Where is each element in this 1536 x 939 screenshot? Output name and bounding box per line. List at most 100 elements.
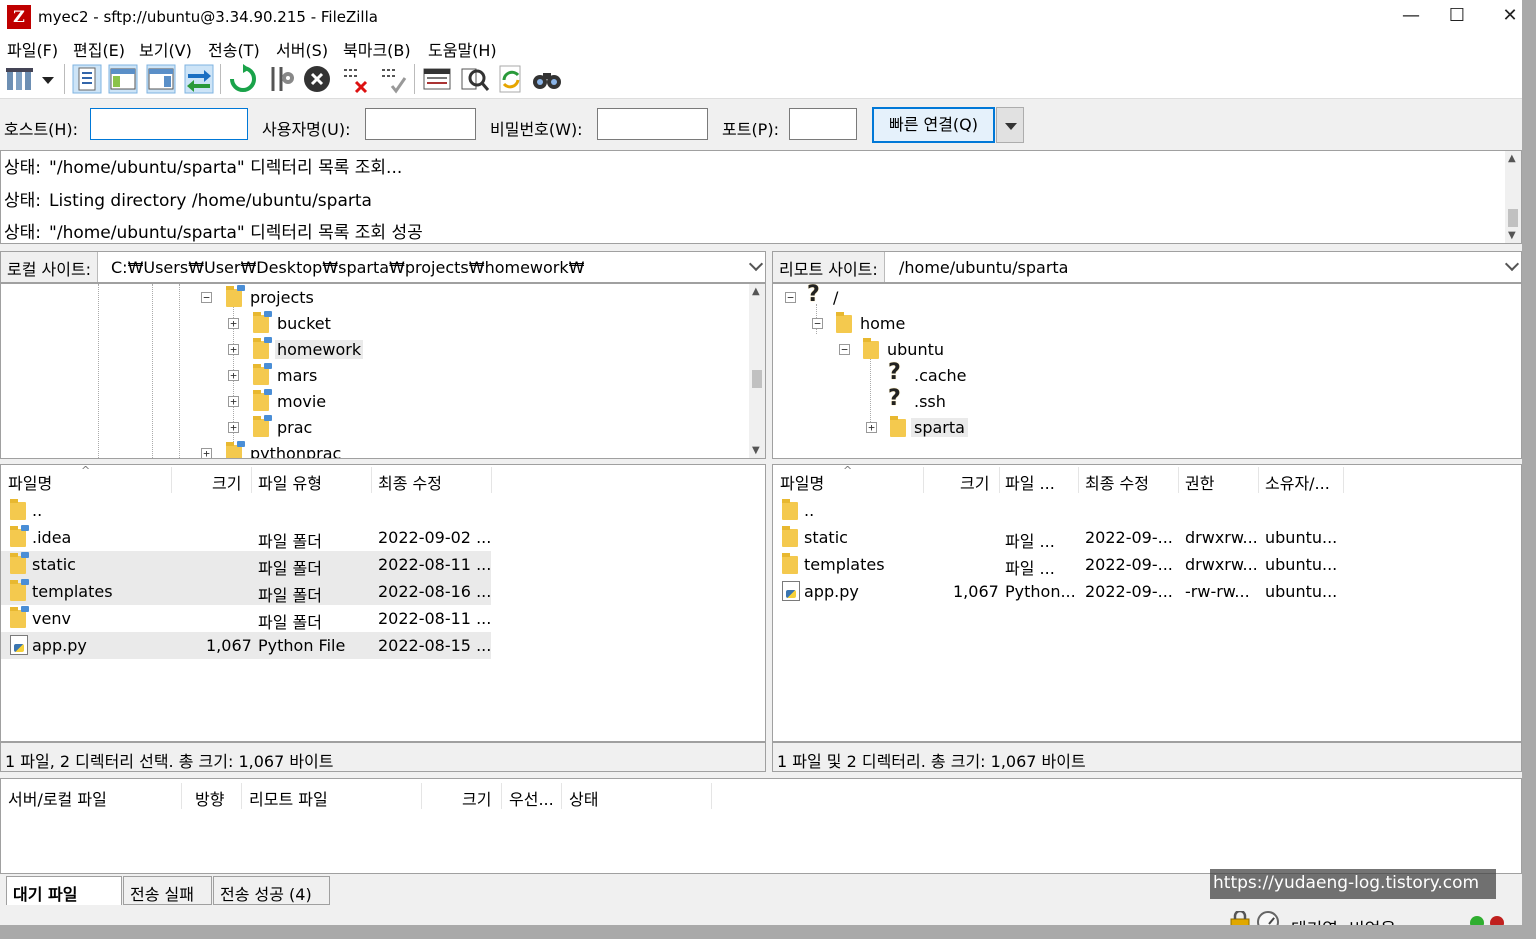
- column-last-modified[interactable]: 최종 수정: [378, 470, 442, 494]
- menu-help[interactable]: 도움말(H): [428, 37, 497, 61]
- menu-view[interactable]: 보기(V): [139, 37, 192, 61]
- column-separator[interactable]: [1258, 467, 1259, 493]
- column-server-local-file[interactable]: 서버/로컬 파일: [8, 786, 107, 810]
- menu-transfer[interactable]: 전송(T): [208, 37, 260, 61]
- scroll-down-arrow-icon[interactable]: ▼: [752, 445, 760, 456]
- tree-item-bucket[interactable]: + bucket: [226, 311, 426, 337]
- speed-limit-icon[interactable]: [1257, 911, 1279, 925]
- remote-path-input[interactable]: /home/ubuntu/sparta: [899, 258, 1068, 277]
- file-row-templates[interactable]: templates 파일 ... 2022-09-... drwxrw... u…: [773, 551, 1343, 578]
- tab-queued-files[interactable]: 대기 파일: [6, 876, 122, 905]
- file-row-static[interactable]: static 파일 ... 2022-09-... drwxrw... ubun…: [773, 524, 1343, 551]
- column-separator[interactable]: [371, 467, 372, 493]
- scroll-thumb[interactable]: [1508, 209, 1518, 227]
- scroll-up-arrow-icon[interactable]: ▲: [1508, 153, 1516, 164]
- column-separator[interactable]: [241, 783, 242, 809]
- column-separator[interactable]: [999, 467, 1000, 493]
- tree-item-mars[interactable]: + mars: [226, 363, 426, 389]
- tree-item-homework[interactable]: + homework: [226, 337, 426, 363]
- column-last-modified[interactable]: 최종 수정: [1085, 470, 1149, 494]
- file-row-app-py[interactable]: app.py 1,067 Python File 2022-08-15 ...: [1, 632, 491, 659]
- quickconnect-history-dropdown[interactable]: [996, 107, 1024, 143]
- directory-listing-filters-icon[interactable]: [422, 64, 452, 94]
- tab-successful-transfers[interactable]: 전송 성공 (4): [213, 876, 330, 905]
- process-queue-icon[interactable]: [266, 64, 296, 94]
- expand-icon[interactable]: +: [228, 370, 239, 381]
- column-separator[interactable]: [1343, 467, 1344, 493]
- column-separator[interactable]: [491, 467, 492, 493]
- tree-item-home[interactable]: − home: [810, 311, 1010, 337]
- column-separator[interactable]: [501, 783, 502, 809]
- search-icon[interactable]: [532, 64, 562, 94]
- scroll-down-arrow-icon[interactable]: ▼: [1508, 230, 1516, 241]
- column-separator[interactable]: [711, 783, 712, 809]
- dropdown-arrow-icon[interactable]: [38, 64, 58, 94]
- host-input[interactable]: [90, 108, 248, 140]
- scroll-thumb[interactable]: [752, 370, 762, 388]
- sync-browse-icon[interactable]: [496, 64, 526, 94]
- column-separator[interactable]: [923, 467, 924, 493]
- column-size[interactable]: 크기: [462, 786, 491, 810]
- toggle-remote-tree-icon[interactable]: [146, 64, 176, 94]
- toggle-message-log-icon[interactable]: [72, 64, 102, 94]
- expand-icon[interactable]: +: [228, 422, 239, 433]
- column-size[interactable]: 크기: [212, 470, 241, 494]
- file-row-venv[interactable]: venv 파일 폴더 2022-08-11 ...: [1, 605, 491, 632]
- expand-icon[interactable]: +: [228, 396, 239, 407]
- chevron-down-icon[interactable]: [748, 256, 764, 272]
- scroll-up-arrow-icon[interactable]: ▲: [752, 286, 760, 297]
- file-row-idea[interactable]: .idea 파일 폴더 2022-09-02 ...: [1, 524, 491, 551]
- collapse-icon[interactable]: −: [839, 344, 850, 355]
- column-separator[interactable]: [421, 783, 422, 809]
- local-tree-scrollbar[interactable]: ▲ ▼: [749, 284, 765, 458]
- column-filetype[interactable]: 파일 ...: [1005, 470, 1055, 494]
- reconnect-icon[interactable]: [378, 64, 408, 94]
- column-separator[interactable]: [171, 467, 172, 493]
- tree-item-pythonprac[interactable]: + pythonprac: [199, 441, 399, 458]
- column-size[interactable]: 크기: [960, 470, 989, 494]
- port-input[interactable]: [789, 108, 857, 140]
- tree-item-sparta[interactable]: + sparta: [864, 415, 1064, 441]
- chevron-down-icon[interactable]: [1504, 256, 1520, 272]
- column-separator[interactable]: [561, 783, 562, 809]
- column-permissions[interactable]: 권한: [1185, 470, 1214, 494]
- username-input[interactable]: [365, 108, 476, 140]
- file-row-templates[interactable]: templates 파일 폴더 2022-08-16 ...: [1, 578, 491, 605]
- tree-item-movie[interactable]: + movie: [226, 389, 426, 415]
- file-row-parent[interactable]: ..: [773, 497, 1343, 524]
- column-status[interactable]: 상태: [569, 786, 598, 810]
- log-scrollbar[interactable]: ▲ ▼: [1505, 151, 1521, 243]
- column-priority[interactable]: 우선...: [509, 786, 554, 810]
- menu-server[interactable]: 서버(S): [276, 37, 328, 61]
- local-path-input[interactable]: C:₩Users₩User₩Desktop₩sparta₩projects₩ho…: [111, 258, 584, 277]
- collapse-icon[interactable]: −: [201, 292, 212, 303]
- expand-icon[interactable]: +: [228, 344, 239, 355]
- menu-bookmarks[interactable]: 북마크(B): [343, 37, 411, 61]
- column-owner[interactable]: 소유자/...: [1265, 470, 1330, 494]
- toggle-queue-icon[interactable]: [184, 64, 214, 94]
- quickconnect-button[interactable]: 빠른 연결(Q): [872, 107, 995, 143]
- menu-file[interactable]: 파일(F): [7, 37, 58, 61]
- column-separator[interactable]: [251, 467, 252, 493]
- file-row-static[interactable]: static 파일 폴더 2022-08-11 ...: [1, 551, 491, 578]
- column-remote-file[interactable]: 리모트 파일: [249, 786, 328, 810]
- tree-item-root[interactable]: − ? /: [783, 284, 983, 311]
- column-filetype[interactable]: 파일 유형: [258, 470, 322, 494]
- tree-item-projects[interactable]: − projects: [199, 285, 399, 311]
- expand-icon[interactable]: +: [866, 422, 877, 433]
- disconnect-icon[interactable]: [340, 64, 370, 94]
- expand-icon[interactable]: +: [228, 318, 239, 329]
- column-filename[interactable]: 파일명: [8, 470, 52, 494]
- file-row-parent[interactable]: ..: [1, 497, 491, 524]
- minimize-button[interactable]: —: [1388, 0, 1434, 32]
- toggle-local-tree-icon[interactable]: [108, 64, 138, 94]
- collapse-icon[interactable]: −: [812, 318, 823, 329]
- refresh-icon[interactable]: [228, 64, 258, 94]
- tree-item-ssh[interactable]: ? .ssh: [864, 386, 1064, 415]
- password-input[interactable]: [597, 108, 708, 140]
- menu-edit[interactable]: 편집(E): [73, 37, 125, 61]
- column-direction[interactable]: 방향: [195, 786, 224, 810]
- file-row-app-py[interactable]: app.py 1,067 Python... 2022-09-... -rw-r…: [773, 578, 1343, 605]
- expand-icon[interactable]: +: [201, 448, 212, 458]
- compare-icon[interactable]: [460, 64, 490, 94]
